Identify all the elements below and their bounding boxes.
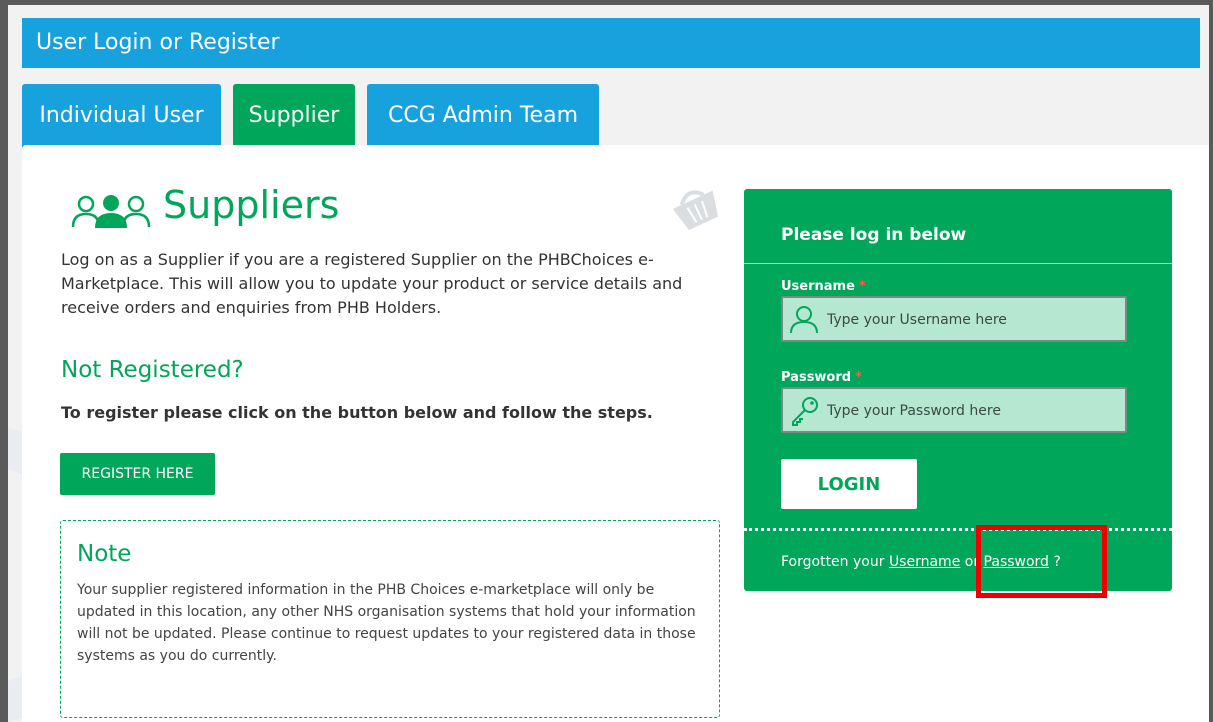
login-header: Please log in below — [744, 189, 1172, 264]
forgot-suffix: ? — [1053, 554, 1061, 570]
login-panel: Please log in below Username* Password* … — [744, 189, 1172, 591]
forgot-username-link[interactable]: Username — [889, 554, 960, 570]
username-field[interactable] — [781, 296, 1127, 342]
tab-individual-user[interactable]: Individual User — [22, 84, 221, 148]
password-label-text: Password — [781, 370, 852, 385]
note-title: Note — [77, 541, 132, 567]
login-heading: Please log in below — [781, 225, 967, 245]
forgot-or: or — [964, 554, 980, 570]
username-input[interactable] — [825, 306, 1119, 334]
required-marker: * — [855, 370, 862, 385]
username-label-text: Username — [781, 279, 855, 294]
forgot-credentials: Forgotten your Username or Password ? — [781, 554, 1061, 570]
note-text: Your supplier registered information in … — [77, 582, 696, 664]
password-label: Password * — [781, 370, 862, 385]
user-icon — [790, 306, 818, 334]
required-marker: * — [858, 279, 866, 294]
note-box: Note Your supplier registered informatio… — [60, 520, 720, 718]
forgot-prefix: Forgotten your — [781, 554, 885, 570]
register-instruction: To register please click on the button b… — [61, 403, 653, 422]
login-button[interactable]: LOGIN — [781, 459, 917, 509]
username-label: Username * — [781, 279, 866, 294]
forgot-password-link[interactable]: Password — [984, 554, 1049, 570]
users-group-icon — [71, 195, 151, 228]
password-field[interactable] — [781, 387, 1127, 433]
not-registered-heading: Not Registered? — [61, 357, 244, 383]
divider — [744, 528, 1172, 531]
page-header: User Login or Register — [22, 18, 1200, 68]
tab-supplier[interactable]: Supplier — [233, 84, 355, 148]
page-frame: User Login or Register Individual User S… — [0, 0, 1213, 722]
password-input[interactable] — [825, 397, 1119, 425]
key-icon — [792, 397, 818, 426]
page-title: Suppliers — [163, 183, 340, 227]
supplier-intro-text: Log on as a Supplier if you are a regist… — [61, 250, 683, 317]
register-button[interactable]: REGISTER HERE — [60, 453, 215, 495]
tab-ccg-admin-team[interactable]: CCG Admin Team — [367, 84, 599, 148]
